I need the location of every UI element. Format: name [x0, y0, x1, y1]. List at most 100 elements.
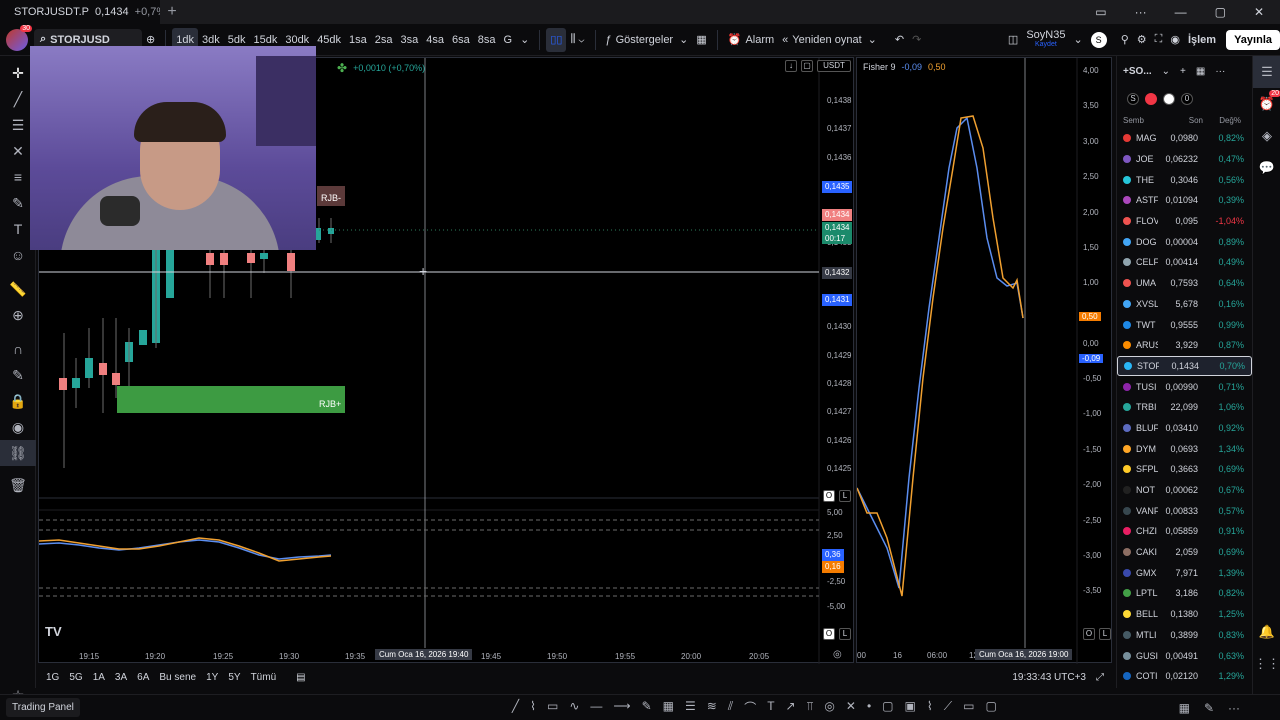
- range-3[interactable]: 3A: [115, 672, 127, 683]
- more-icon[interactable]: ···: [1228, 701, 1240, 715]
- ray-icon[interactable]: ⟶: [613, 699, 630, 716]
- watchlist-row[interactable]: FLOV 0,095 -1,04%: [1117, 211, 1252, 232]
- settings-icon[interactable]: ◎: [833, 649, 842, 660]
- watchlist-row[interactable]: VANF 0,00833 0,57%: [1117, 500, 1252, 521]
- watchlist-row[interactable]: DOG 0,00004 0,89%: [1117, 231, 1252, 252]
- grid-layout-icon[interactable]: ▦: [1179, 701, 1190, 715]
- chevron-down-icon[interactable]: ⌄: [1069, 24, 1086, 56]
- fisher-legend[interactable]: Fisher 9 -0,09 0,50: [863, 62, 946, 72]
- watchlist-row[interactable]: MAG 0,0980 0,82%: [1117, 128, 1252, 149]
- watchlist-row[interactable]: STOF 0,1434 0,70%: [1117, 355, 1252, 377]
- fullscreen-icon[interactable]: ⛶: [1151, 24, 1167, 56]
- currency-button[interactable]: USDT: [817, 60, 851, 72]
- chat-icon[interactable]: 💬: [1253, 152, 1280, 184]
- avatar[interactable]: 30: [6, 24, 32, 51]
- interval-6sa[interactable]: 6sa: [448, 24, 474, 56]
- polyline-icon[interactable]: ⌇: [530, 699, 536, 716]
- path2-icon[interactable]: ⌇: [927, 699, 933, 716]
- range-6[interactable]: 1Y: [206, 672, 218, 683]
- scroll-down-icon[interactable]: ↓: [785, 60, 797, 72]
- watchlist-row[interactable]: GUSI 0,00491 0,63%: [1117, 645, 1252, 666]
- pitchfork-icon[interactable]: ⫪: [807, 699, 814, 716]
- interval-G[interactable]: G: [500, 24, 517, 56]
- minimize-button[interactable]: —: [1175, 5, 1187, 19]
- lock-drawing-icon[interactable]: ✎: [0, 362, 36, 388]
- hline-icon[interactable]: —: [590, 699, 602, 716]
- magnet-icon[interactable]: ∩: [0, 336, 36, 362]
- calendar-icon[interactable]: ▤: [296, 672, 305, 683]
- range-7[interactable]: 5Y: [228, 672, 240, 683]
- new-tab-button[interactable]: +: [160, 3, 184, 21]
- trade-button[interactable]: İşlem: [1184, 24, 1220, 56]
- range-8[interactable]: Tümü: [251, 672, 277, 683]
- watchlist-row[interactable]: BLUF 0,03410 0,92%: [1117, 418, 1252, 439]
- ol-o-button[interactable]: O: [1083, 628, 1095, 640]
- camera-icon[interactable]: ◉: [1166, 24, 1184, 56]
- frame-icon[interactable]: ▢: [985, 699, 996, 716]
- fisher-chart[interactable]: Fisher 9 -0,09 0,50 4,00 3,50 3,00 2,50 2,00…: [856, 57, 1112, 664]
- alerts-icon[interactable]: ⏰ 20: [1253, 88, 1280, 120]
- indicators-button[interactable]: ƒ Göstergeler ⌄: [602, 24, 693, 56]
- watchlist-row[interactable]: SFPL 0,3663 0,69%: [1117, 459, 1252, 480]
- close-window-button[interactable]: ✕: [1254, 5, 1264, 19]
- watchlist-layout-icon[interactable]: ▦: [1196, 66, 1205, 77]
- watchlist-row[interactable]: THE 0,3046 0,56%: [1117, 169, 1252, 190]
- ol-o-button[interactable]: O: [823, 628, 835, 640]
- more-icon[interactable]: ···: [1215, 66, 1225, 77]
- col-symbol[interactable]: Semb: [1123, 116, 1163, 125]
- chevron-down-icon[interactable]: ⌄: [1162, 66, 1170, 77]
- ol-l-button[interactable]: L: [839, 628, 851, 640]
- interval-dropdown-icon[interactable]: ⌄: [516, 24, 533, 56]
- brush-icon[interactable]: ✎: [642, 699, 652, 716]
- range-4[interactable]: 6A: [137, 672, 149, 683]
- comment-icon[interactable]: ▢: [882, 699, 893, 716]
- watchlist-row[interactable]: ASTF 0,01094 0,39%: [1117, 190, 1252, 211]
- expand-icon[interactable]: ⤢: [1096, 672, 1104, 683]
- watchlist-row[interactable]: GMX 7,971 1,39%: [1117, 562, 1252, 583]
- zoom-icon[interactable]: ⊕: [0, 302, 36, 328]
- interval-2sa[interactable]: 2sa: [371, 24, 397, 56]
- watchlist-row[interactable]: NOT 0,00062 0,67%: [1117, 480, 1252, 501]
- watchlist-title[interactable]: +SO...: [1123, 66, 1152, 77]
- watchlist-icon[interactable]: ☰: [1253, 56, 1280, 88]
- add-symbol-icon[interactable]: +: [1180, 66, 1186, 77]
- range-1[interactable]: 5G: [69, 672, 82, 683]
- watchlist-row[interactable]: TUSI 0,00990 0,71%: [1117, 376, 1252, 397]
- watchlist-row[interactable]: UMA 0,7593 0,64%: [1117, 273, 1252, 294]
- more-icon[interactable]: ···: [1135, 5, 1147, 19]
- layout-icon[interactable]: ▭: [1095, 5, 1106, 19]
- layers-icon[interactable]: ◈: [1253, 120, 1280, 152]
- dot-icon[interactable]: •: [867, 699, 871, 716]
- table-icon[interactable]: ▦: [663, 699, 674, 716]
- chart-type-icon[interactable]: ⫼ ⌄: [566, 24, 588, 56]
- templates-icon[interactable]: ▦: [692, 24, 710, 56]
- watchlist-row[interactable]: CAKI 2,059 0,69%: [1117, 542, 1252, 563]
- maximize-button[interactable]: ▢: [1215, 5, 1226, 19]
- quick-search-icon[interactable]: ⚲: [1117, 24, 1133, 56]
- filter-zero-button[interactable]: 0: [1181, 93, 1193, 105]
- col-last[interactable]: Son: [1163, 116, 1203, 125]
- grid-icon[interactable]: ⋮⋮: [1253, 648, 1280, 680]
- interval-45dk[interactable]: 45dk: [313, 24, 345, 56]
- watchlist-row[interactable]: JOE 0,06232 0,47%: [1117, 149, 1252, 170]
- path-icon[interactable]: ∿: [569, 699, 579, 716]
- publish-button[interactable]: Yayınla: [1226, 29, 1280, 50]
- curve-icon[interactable]: ⌒: [744, 699, 756, 716]
- filter-s-button[interactable]: S: [1127, 93, 1139, 105]
- settings-icon[interactable]: ⚙: [1133, 24, 1151, 56]
- lock-icon[interactable]: 🔒: [0, 388, 36, 414]
- watchlist-row[interactable]: LPTL 3,186 0,82%: [1117, 583, 1252, 604]
- watchlist-row[interactable]: COTI 0,02120 1,29%: [1117, 666, 1252, 687]
- target-icon[interactable]: ◎: [824, 699, 834, 716]
- pattern-icon[interactable]: ✕: [846, 699, 856, 716]
- ruler-icon[interactable]: 📏: [0, 276, 36, 302]
- watchlist-row[interactable]: CELF 0,00414 0,49%: [1117, 252, 1252, 273]
- range-0[interactable]: 1G: [46, 672, 59, 683]
- arrow-icon[interactable]: ↗: [786, 699, 796, 716]
- interval-8sa[interactable]: 8sa: [474, 24, 500, 56]
- tradingview-logo-icon[interactable]: TV: [45, 624, 62, 639]
- replay-button[interactable]: «Yeniden oynat ⌄: [778, 24, 881, 56]
- watchlist-row[interactable]: XVSL 5,678 0,16%: [1117, 294, 1252, 315]
- watchlist-row[interactable]: BELL 0,1380 1,25%: [1117, 604, 1252, 625]
- measure-icon[interactable]: ⟋: [944, 699, 952, 716]
